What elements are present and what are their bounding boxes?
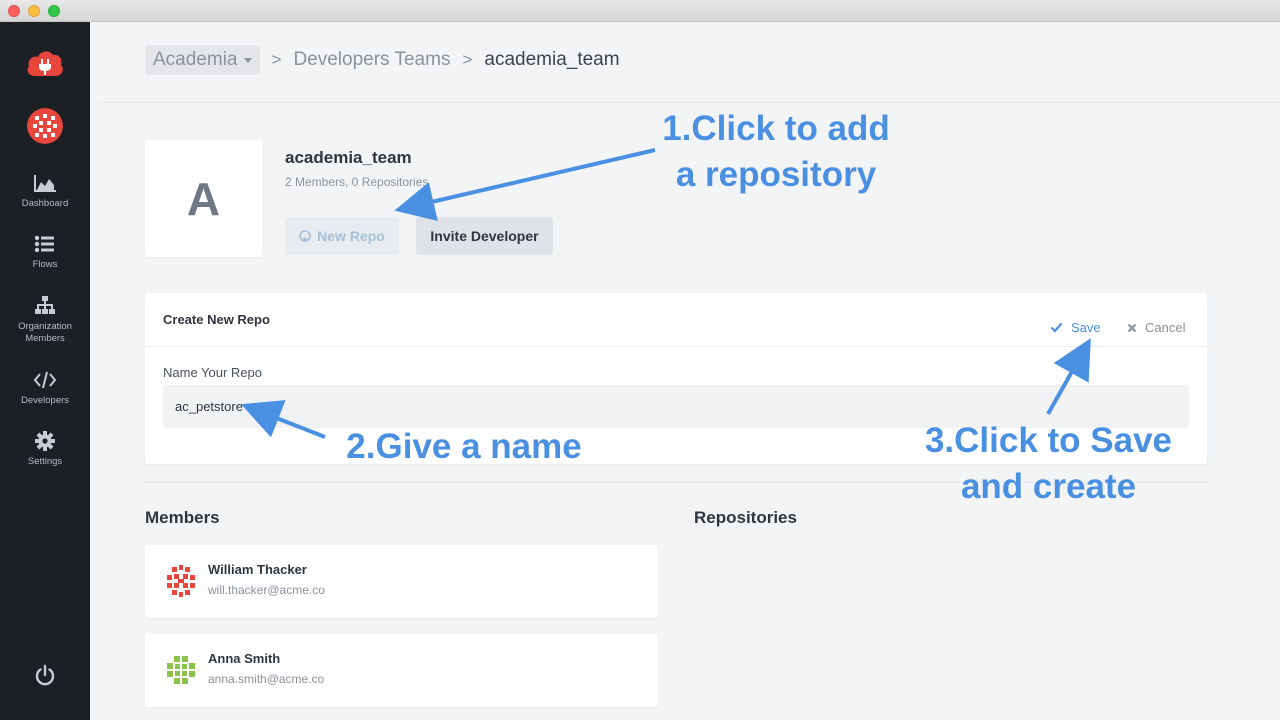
- gear-icon: [35, 431, 55, 451]
- annotation-step3: 3.Click to Save and create: [910, 418, 1187, 510]
- close-icon: [1127, 323, 1137, 332]
- sidebar-item-label: Organization Members: [18, 321, 72, 344]
- panel-title: Create New Repo: [163, 312, 270, 327]
- member-email: anna.smith@acme.co: [208, 672, 325, 686]
- sidebar-item-dashboard[interactable]: Dashboard: [0, 172, 90, 210]
- maximize-window-button[interactable]: [48, 5, 60, 17]
- sidebar-item-settings[interactable]: Settings: [0, 430, 90, 468]
- annotation-step1-line2: a repository: [675, 155, 877, 194]
- window-titlebar: [0, 0, 1280, 22]
- cloud-plug-logo-icon[interactable]: [25, 48, 65, 78]
- close-window-button[interactable]: [8, 5, 20, 17]
- team-initial-card: A: [145, 140, 262, 257]
- cancel-button[interactable]: Cancel: [1127, 320, 1185, 335]
- save-label: Save: [1071, 320, 1101, 335]
- breadcrumb-developers-teams[interactable]: Developers Teams: [293, 49, 450, 71]
- annotation-step3-line2: and create: [960, 467, 1137, 506]
- annotation-step1: 1.Click to add a repository: [640, 106, 912, 198]
- member-card[interactable]: Anna Smith anna.smith@acme.co: [145, 634, 658, 707]
- caret-down-icon: [243, 57, 252, 63]
- code-icon: [33, 371, 57, 389]
- invite-developer-button[interactable]: Invite Developer: [416, 217, 553, 255]
- annotation-step3-line1: 3.Click to Save: [924, 421, 1173, 460]
- breadcrumb-separator: >: [462, 50, 473, 69]
- sidebar: Dashboard Flows Organization Members Dev…: [0, 22, 90, 720]
- repo-name-label: Name Your Repo: [163, 365, 263, 380]
- member-email: will.thacker@acme.co: [208, 583, 325, 597]
- sidebar-item-flows[interactable]: Flows: [0, 233, 90, 271]
- new-repo-button[interactable]: New Repo: [285, 217, 399, 255]
- sidebar-item-label: Flows: [32, 259, 58, 270]
- list-icon: [34, 235, 54, 253]
- annotation-step1-line1: 1.Click to add: [662, 109, 890, 148]
- sidebar-item-organization-members[interactable]: Organization Members: [0, 295, 90, 345]
- header-divider: [100, 102, 1280, 103]
- new-repo-label: New Repo: [317, 228, 385, 244]
- github-icon: [299, 230, 311, 242]
- sitemap-icon: [35, 296, 55, 314]
- sidebar-item-label: Developers: [20, 395, 70, 406]
- breadcrumb-separator: >: [271, 50, 282, 69]
- avatar: [162, 651, 200, 689]
- repositories-heading: Repositories: [694, 508, 797, 527]
- panel-divider: [145, 346, 1207, 347]
- cancel-label: Cancel: [1145, 320, 1186, 335]
- team-meta: 2 Members, 0 Repositories: [285, 175, 429, 189]
- org-switcher-label: Academia: [153, 49, 238, 70]
- org-avatar[interactable]: [27, 108, 63, 144]
- member-name: Anna Smith: [208, 651, 281, 666]
- team-name: academia_team: [285, 148, 412, 167]
- breadcrumb: Academia > Developers Teams > academia_t…: [145, 45, 620, 75]
- minimize-window-button[interactable]: [28, 5, 40, 17]
- members-heading: Members: [145, 508, 220, 527]
- area-chart-icon: [34, 175, 56, 192]
- avatar: [162, 562, 200, 600]
- sidebar-item-developers[interactable]: Developers: [0, 369, 90, 407]
- breadcrumb-current: academia_team: [484, 49, 620, 70]
- annotation-step2: 2.Give a name: [346, 427, 582, 466]
- check-icon: [1050, 322, 1063, 333]
- power-icon[interactable]: [33, 663, 57, 687]
- org-switcher[interactable]: Academia: [145, 45, 260, 75]
- member-name: William Thacker: [208, 562, 307, 577]
- save-button[interactable]: Save: [1050, 320, 1101, 335]
- sidebar-item-label: Dashboard: [21, 198, 69, 209]
- member-card[interactable]: William Thacker will.thacker@acme.co: [145, 545, 658, 618]
- sidebar-item-label: Settings: [27, 456, 63, 467]
